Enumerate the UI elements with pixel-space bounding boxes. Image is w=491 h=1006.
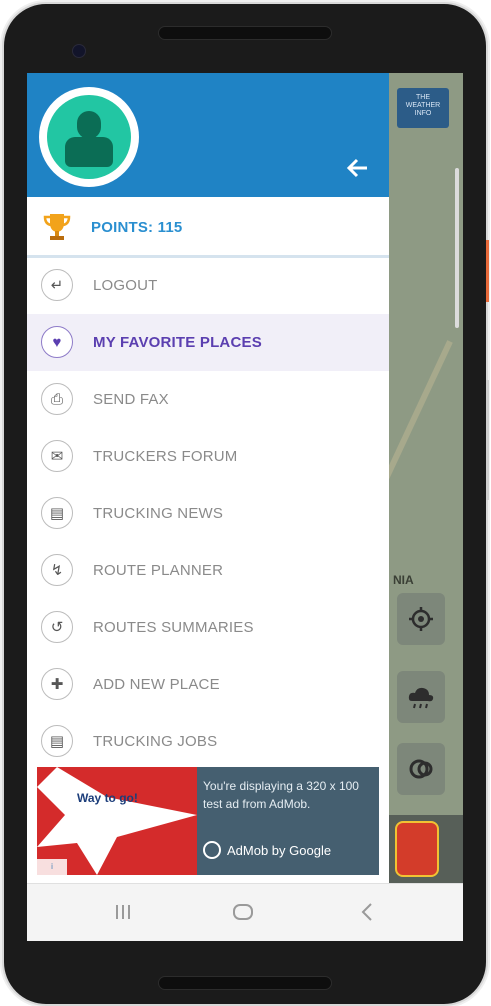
user-icon-body (65, 137, 113, 167)
locate-button[interactable] (397, 593, 445, 645)
ad-message: You're displaying a 320 x 100 test ad fr… (203, 779, 359, 811)
trophy-icon (43, 214, 71, 240)
system-navigation-bar (27, 883, 463, 941)
user-icon (47, 95, 131, 179)
menu-item-add-new-place[interactable]: ✚ ADD NEW PLACE (27, 656, 389, 713)
menu-item-label: ADD NEW PLACE (93, 676, 220, 693)
chat-icon: ✉ (41, 440, 73, 472)
back-button[interactable] (355, 900, 379, 924)
points-label: POINTS: 115 (91, 219, 183, 236)
menu-item-trucking-jobs[interactable]: ▤ TRUCKING JOBS (27, 713, 389, 770)
user-icon-head (77, 111, 101, 139)
menu-item-label: TRUCKING JOBS (93, 733, 218, 750)
front-camera (72, 44, 86, 58)
weather-label-1: THE (416, 94, 430, 101)
route-icon: ↯ (41, 554, 73, 586)
newspaper-icon: ▤ (41, 497, 73, 529)
admob-brand: AdMob by Google (227, 842, 332, 858)
drawer-header (27, 73, 389, 197)
back-arrow-icon[interactable] (345, 155, 371, 181)
test-ad-banner[interactable]: Way to go! i You're displaying a 320 x 1… (37, 767, 379, 875)
drawer-menu: ↵ LOGOUT ♥ MY FAVORITE PLACES ⎙ SEND FAX… (27, 257, 389, 770)
heart-icon: ♥ (41, 326, 73, 358)
menu-item-trucking-news[interactable]: ▤ TRUCKING NEWS (27, 485, 389, 542)
logout-icon: ↵ (41, 269, 73, 301)
navigation-drawer: POINTS: 115 ↵ LOGOUT ♥ MY FAVORITE PLACE… (27, 73, 389, 883)
bottom-speaker (158, 976, 332, 990)
map-place-label: NIA (393, 573, 414, 587)
ad-art-text: Way to go! (77, 791, 138, 805)
menu-item-send-fax[interactable]: ⎙ SEND FAX (27, 371, 389, 428)
menu-item-label: TRUCKERS FORUM (93, 448, 238, 465)
recents-button[interactable] (111, 900, 135, 924)
admob-icon (203, 841, 221, 859)
map-background[interactable]: THE WEATHER INFO NIA (371, 73, 463, 883)
home-icon (233, 904, 253, 920)
menu-item-logout[interactable]: ↵ LOGOUT (27, 257, 389, 314)
crosshair-icon (409, 607, 433, 631)
lens-icon (409, 759, 433, 779)
power-button (486, 240, 489, 302)
weather-label-2: WEATHER (405, 102, 441, 109)
home-button[interactable] (231, 900, 255, 924)
weather-layer-button[interactable] (397, 671, 445, 723)
menu-item-routes-summaries[interactable]: ↺ ROUTES SUMMARIES (27, 599, 389, 656)
chevron-left-icon (361, 903, 372, 921)
volume-button (486, 380, 489, 500)
menu-item-label: TRUCKING NEWS (93, 505, 224, 522)
recents-icon (116, 905, 130, 919)
lens-button[interactable] (397, 743, 445, 795)
ad-artwork: Way to go! i (37, 767, 197, 875)
history-icon: ↺ (41, 611, 73, 643)
map-scrollbar[interactable] (455, 168, 459, 328)
weather-info-button[interactable]: THE WEATHER INFO (397, 88, 449, 128)
briefcase-icon: ▤ (41, 725, 73, 757)
top-speaker (158, 26, 332, 40)
ad-info-icon[interactable]: i (37, 859, 67, 875)
points-row: POINTS: 115 (27, 199, 389, 258)
menu-item-label: MY FAVORITE PLACES (93, 334, 262, 351)
menu-item-my-favorite-places[interactable]: ♥ MY FAVORITE PLACES (27, 314, 389, 371)
cloud-icon (408, 687, 434, 709)
menu-item-label: SEND FAX (93, 391, 169, 408)
screen: THE WEATHER INFO NIA POINTS: 115 ↵ LOGOU… (27, 73, 463, 941)
map-badge[interactable] (395, 821, 439, 877)
admob-logo: AdMob by Google (203, 841, 331, 859)
menu-item-route-planner[interactable]: ↯ ROUTE PLANNER (27, 542, 389, 599)
menu-item-label: ROUTES SUMMARIES (93, 619, 254, 636)
printer-icon: ⎙ (41, 383, 73, 415)
avatar[interactable] (39, 87, 139, 187)
menu-item-truckers-forum[interactable]: ✉ TRUCKERS FORUM (27, 428, 389, 485)
add-place-icon: ✚ (41, 668, 73, 700)
menu-item-label: LOGOUT (93, 277, 158, 294)
weather-label-3: INFO (414, 110, 432, 117)
menu-item-label: ROUTE PLANNER (93, 562, 224, 579)
